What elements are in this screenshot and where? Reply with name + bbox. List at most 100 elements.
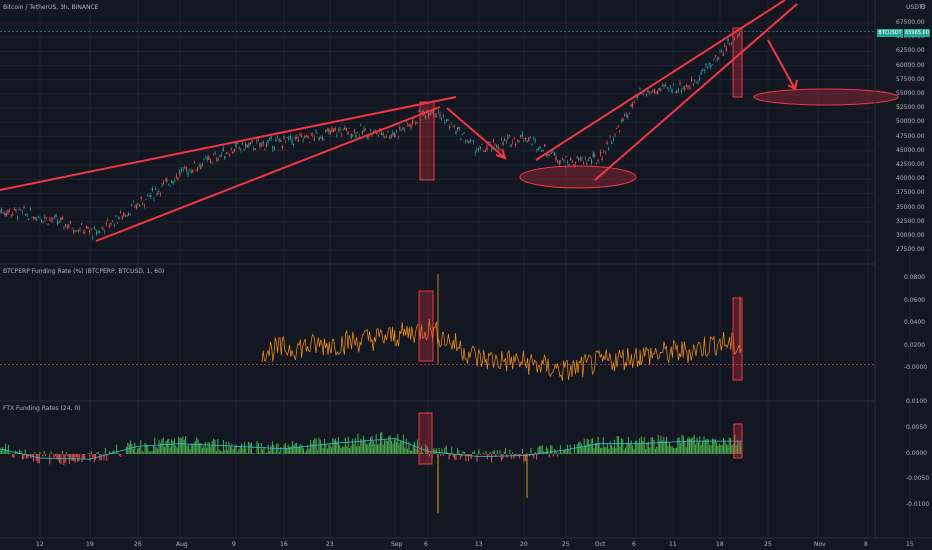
price-candle-body	[669, 85, 671, 87]
price-candle-body	[694, 79, 696, 81]
price-candle-body	[259, 142, 261, 147]
price-candle-body	[151, 187, 153, 191]
price-candle-body	[337, 129, 339, 130]
price-candle-body	[630, 104, 632, 107]
trading-chart[interactable]	[0, 0, 932, 550]
price-candle-body	[221, 154, 223, 156]
price-candle-body	[344, 127, 346, 130]
funding-tick-label: 0.0800	[904, 274, 925, 281]
time-tick-label: Sep	[391, 541, 403, 548]
price-candle-body	[213, 154, 215, 156]
price-candle-body	[304, 135, 306, 139]
price-candle-body	[42, 221, 44, 222]
price-candle-body	[31, 217, 33, 218]
price-candle-body	[172, 181, 174, 184]
price-candle-body	[285, 141, 287, 143]
price-candle-body	[331, 128, 333, 132]
price-candle-body	[699, 77, 701, 81]
price-candle-body	[267, 140, 269, 144]
price-candle-body	[89, 230, 91, 233]
price-candle-body	[214, 152, 216, 154]
price-candle-body	[677, 89, 679, 91]
price-candle-body	[541, 150, 543, 152]
price-candle-body	[679, 82, 681, 84]
price-candle-body	[358, 136, 360, 137]
price-candle-body	[376, 133, 378, 135]
funding-tick-label: 0.0400	[904, 319, 925, 327]
price-tick-label: 55000.00	[896, 90, 925, 97]
price-candle-body	[725, 48, 727, 52]
price-candle-body	[4, 213, 6, 216]
price-candle-body	[494, 143, 496, 145]
price-candle-body	[611, 141, 613, 145]
price-candle-body	[256, 140, 258, 142]
price-candle-body	[7, 210, 9, 214]
price-candle-body	[235, 142, 237, 146]
price-candle-body	[73, 230, 75, 232]
scale-menu-icon[interactable]: ⚙	[920, 3, 926, 11]
price-candle-body	[179, 174, 181, 175]
price-candle-body	[533, 138, 535, 140]
price-candle-body	[69, 221, 71, 224]
price-candle-body	[632, 103, 634, 107]
price-candle-body	[118, 216, 120, 219]
price-candle-body	[476, 149, 478, 150]
price-candle-body	[705, 63, 707, 66]
price-candle-body	[668, 89, 670, 90]
price-candle-body	[474, 152, 476, 154]
price-candle-body	[79, 229, 81, 231]
price-candle-body	[265, 144, 267, 148]
price-candle-body	[595, 162, 597, 164]
price-candle-body	[661, 85, 663, 87]
price-candle-body	[549, 154, 551, 155]
price-candle-body	[525, 138, 527, 140]
highlight-box	[418, 290, 434, 362]
price-candle-body	[96, 231, 98, 235]
price-candle-body	[730, 43, 732, 44]
price-candle-body	[471, 140, 473, 141]
price-candle-body	[707, 66, 709, 68]
price-candle-body	[619, 130, 621, 132]
price-candle-body	[286, 137, 288, 139]
price-candle-body	[84, 232, 86, 233]
price-candle-body	[469, 140, 471, 142]
time-tick-label: 23	[326, 541, 334, 548]
price-tick-label: 32500.00	[896, 217, 925, 225]
price-candle-body	[625, 114, 627, 116]
price-candle-body	[415, 122, 417, 125]
ftx-tick-label: 0.0000	[906, 449, 927, 457]
time-tick-label: 18	[716, 541, 724, 548]
price-candle-body	[500, 139, 502, 141]
price-candle-body	[18, 208, 20, 210]
price-candle-body	[208, 156, 210, 160]
price-candle-body	[369, 129, 371, 131]
price-candle-body	[382, 133, 384, 135]
price-candle-body	[600, 151, 602, 155]
price-candle-body	[408, 125, 410, 127]
price-candle-body	[328, 129, 330, 133]
price-candle-body	[61, 217, 63, 220]
price-candle-body	[158, 191, 160, 192]
price-candle-body	[269, 137, 271, 140]
price-candle-body	[66, 226, 68, 229]
price-candle-body	[297, 139, 299, 142]
price-candle-body	[505, 140, 507, 142]
price-candle-body	[166, 178, 168, 182]
price-candle-body	[281, 146, 283, 148]
price-candle-body	[129, 214, 131, 216]
price-candle-body	[299, 133, 301, 136]
funding-tick-label: 0.0600	[904, 296, 925, 304]
highlight-ellipse	[519, 165, 637, 189]
price-candle-body	[76, 229, 78, 231]
price-candle-body	[560, 160, 562, 162]
price-candle-body	[99, 231, 101, 233]
price-candle-body	[10, 214, 12, 216]
price-candle-body	[44, 217, 46, 219]
price-candle-body	[609, 136, 611, 138]
price-candle-body	[563, 160, 565, 162]
price-candle-body	[341, 133, 343, 136]
price-candle-body	[371, 134, 373, 136]
price-candle-body	[528, 137, 530, 141]
price-tick-label: 52500.00	[896, 104, 925, 112]
price-candle-body	[455, 131, 457, 134]
